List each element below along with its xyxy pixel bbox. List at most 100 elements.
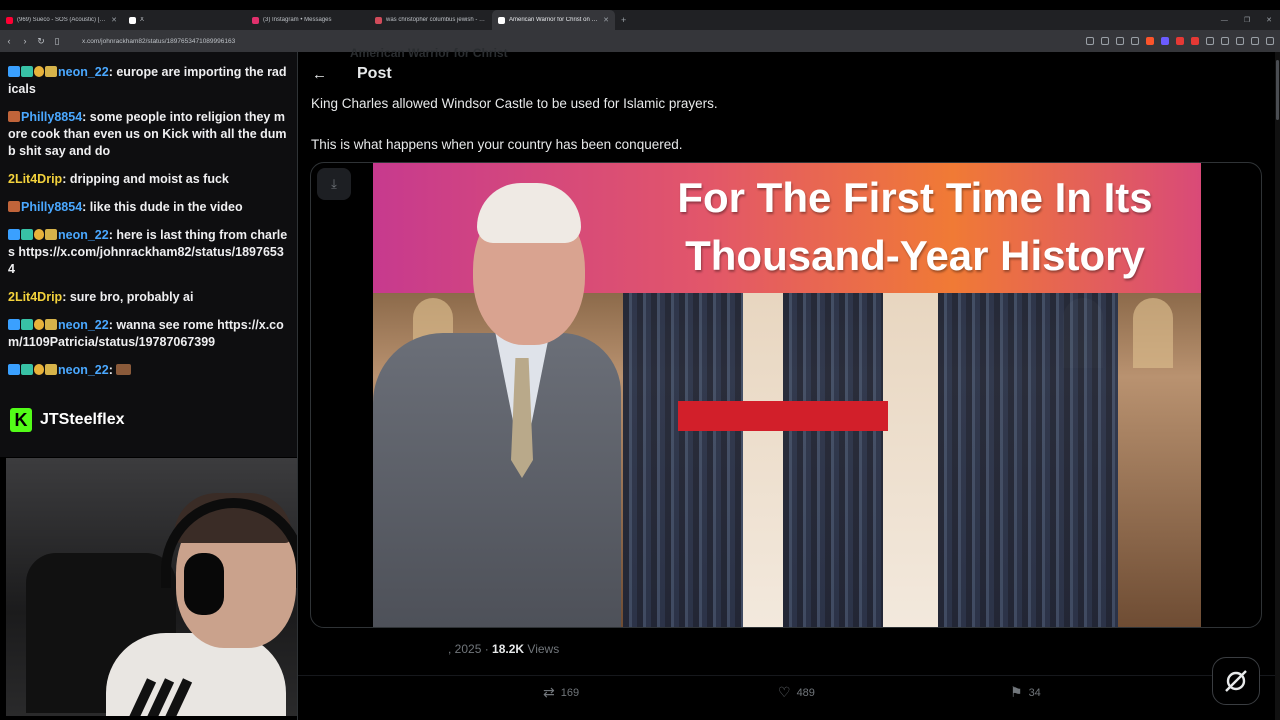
share-icon[interactable] <box>1116 37 1124 45</box>
chat-username[interactable]: 2Lit4Drip <box>8 172 62 186</box>
bookmark-button[interactable]: ⚑ 34 <box>1010 684 1041 701</box>
youtube-favicon-icon <box>6 16 13 24</box>
tweet-media-card[interactable]: ⤓ For The First Time In Its Thousand-Yea… <box>310 162 1262 628</box>
page-title: Post <box>357 65 392 82</box>
banner-line: Thousand-Year History <box>685 232 1145 279</box>
tweet-text-line: This is what happens when your country h… <box>311 137 683 152</box>
chat-text: : like this dude in the video <box>82 200 243 214</box>
scrollbar-thumb[interactable] <box>1276 60 1279 120</box>
tweet-text-line: King Charles allowed Windsor Castle to b… <box>311 96 718 111</box>
chat-username[interactable]: Philly8854 <box>21 110 82 124</box>
browser-tab-instagram[interactable]: (3) Instagram • Messages <box>246 10 369 30</box>
reload-icon[interactable]: ↻ <box>34 36 48 47</box>
close-tab-icon[interactable]: ✕ <box>603 16 609 24</box>
menu-icon[interactable] <box>1266 37 1274 45</box>
chat-username[interactable]: 2Lit4Drip <box>8 290 62 304</box>
chat-message: neon_22: <box>8 362 289 379</box>
white-hair <box>477 183 581 243</box>
badge-icon <box>8 364 20 375</box>
chat-username[interactable]: neon_22 <box>58 228 109 242</box>
chat-message: neon_22: here is last thing from charles… <box>8 227 289 278</box>
tab-title: was christopher columbus jewish - B... <box>386 17 486 23</box>
badge-icon <box>8 111 20 122</box>
red-carpet <box>678 401 888 431</box>
kick-logo-icon: K <box>10 408 32 432</box>
bookmark-icon[interactable]: ▯ <box>50 36 64 47</box>
x-favicon-icon <box>129 16 136 24</box>
star-icon[interactable] <box>1131 37 1139 45</box>
browser-tab-x[interactable]: X <box>123 10 246 30</box>
post-column: American Warrior for Christ ← Post King … <box>298 46 1280 720</box>
post-date: , 2025 · <box>448 642 493 656</box>
address-bar-row: ‹ › ↻ ▯ x.com/johnrackham82/status/18976… <box>0 30 1280 52</box>
close-window-icon[interactable]: ✕ <box>1266 16 1272 24</box>
browser-tab-bar: (969) Sueco - SOS (Acoustic) [Offici... … <box>0 10 1280 30</box>
faded-author-name: American Warrior for Christ <box>350 46 508 60</box>
grok-icon <box>1225 670 1247 692</box>
chat-message: 2Lit4Drip: dripping and moist as fuck <box>8 171 289 188</box>
tweet-image[interactable]: For The First Time In Its Thousand-Year … <box>373 163 1201 627</box>
aisle-right <box>883 293 938 627</box>
url-field[interactable]: x.com/johnrackham82/status/1897653471089… <box>82 38 235 45</box>
x-extension-icon[interactable] <box>1176 37 1184 45</box>
banner-line: For The First Time In Its <box>677 174 1153 221</box>
crowd-left <box>623 293 743 627</box>
post-header: ← Post <box>298 62 392 86</box>
chat-text: : dripping and moist as fuck <box>62 172 229 186</box>
brave-shield-icon[interactable] <box>1146 37 1154 45</box>
puzzle-icon[interactable] <box>1206 37 1214 45</box>
download-icon[interactable]: ⤓ <box>317 168 351 200</box>
badge-icon <box>21 66 33 77</box>
new-tab-button[interactable]: + <box>621 15 626 25</box>
browser-tab-active-post[interactable]: American Warrior for Christ on X... ✕ <box>492 10 615 30</box>
aisle-left <box>743 293 783 627</box>
retweet-count: 169 <box>560 686 580 699</box>
post-actions-bar: ⇄ 169 ♡ 489 ⚑ 34 <box>298 675 1280 707</box>
suit <box>373 333 621 627</box>
like-button[interactable]: ♡ 489 <box>778 684 815 701</box>
chat-username[interactable]: neon_22 <box>58 318 109 332</box>
badge-icon <box>34 66 44 77</box>
badge-icon <box>21 319 33 330</box>
badge-icon <box>8 201 20 212</box>
cast-icon[interactable] <box>1086 37 1094 45</box>
badge-icon <box>34 229 44 240</box>
close-tab-icon[interactable]: ✕ <box>111 16 117 24</box>
chat-message: neon_22: europe are importing the radica… <box>8 64 289 98</box>
chat-message: 2Lit4Drip: sure bro, probably ai <box>8 289 289 306</box>
bookmark-count: 34 <box>1028 686 1041 699</box>
maximize-icon[interactable]: ❐ <box>1244 16 1250 24</box>
instagram-favicon-icon <box>252 16 259 24</box>
badge-icon <box>45 66 57 77</box>
chat-username[interactable]: Philly8854 <box>21 200 82 214</box>
window-controls: — ❐ ✕ <box>1221 10 1272 30</box>
views-count: 18.2K <box>492 642 525 656</box>
wallet-icon[interactable] <box>1251 37 1259 45</box>
back-icon[interactable]: ‹ <box>2 36 16 46</box>
crowd-middle <box>783 293 883 627</box>
grok-button[interactable] <box>1212 657 1260 705</box>
views-label: Views <box>527 642 560 656</box>
chat-username[interactable]: neon_22 <box>58 363 109 377</box>
like-count: 489 <box>796 686 815 699</box>
tab-title: X <box>140 17 145 23</box>
forward-icon[interactable]: › <box>18 36 32 46</box>
browser-tab-youtube[interactable]: (969) Sueco - SOS (Acoustic) [Offici... … <box>0 10 123 30</box>
scrollbar-track[interactable] <box>1275 52 1280 720</box>
badge-icon <box>8 229 20 240</box>
crowd-right <box>938 293 1118 627</box>
sidebar-icon[interactable] <box>1236 37 1244 45</box>
minimize-icon[interactable]: — <box>1221 17 1228 24</box>
extension-icon[interactable] <box>1191 37 1199 45</box>
download-icon[interactable] <box>1221 37 1229 45</box>
extension-icon[interactable] <box>1161 37 1169 45</box>
chat-username[interactable]: neon_22 <box>58 65 109 79</box>
extension-toolbar <box>1086 30 1274 52</box>
retweet-icon: ⇄ <box>543 684 555 700</box>
wall-arch <box>1133 298 1173 368</box>
badge-icon <box>34 319 44 330</box>
back-arrow-icon[interactable]: ← <box>312 66 328 83</box>
retweet-button[interactable]: ⇄ 169 <box>543 684 579 701</box>
browser-tab-search[interactable]: was christopher columbus jewish - B... <box>369 10 492 30</box>
zoom-icon[interactable] <box>1101 37 1109 45</box>
